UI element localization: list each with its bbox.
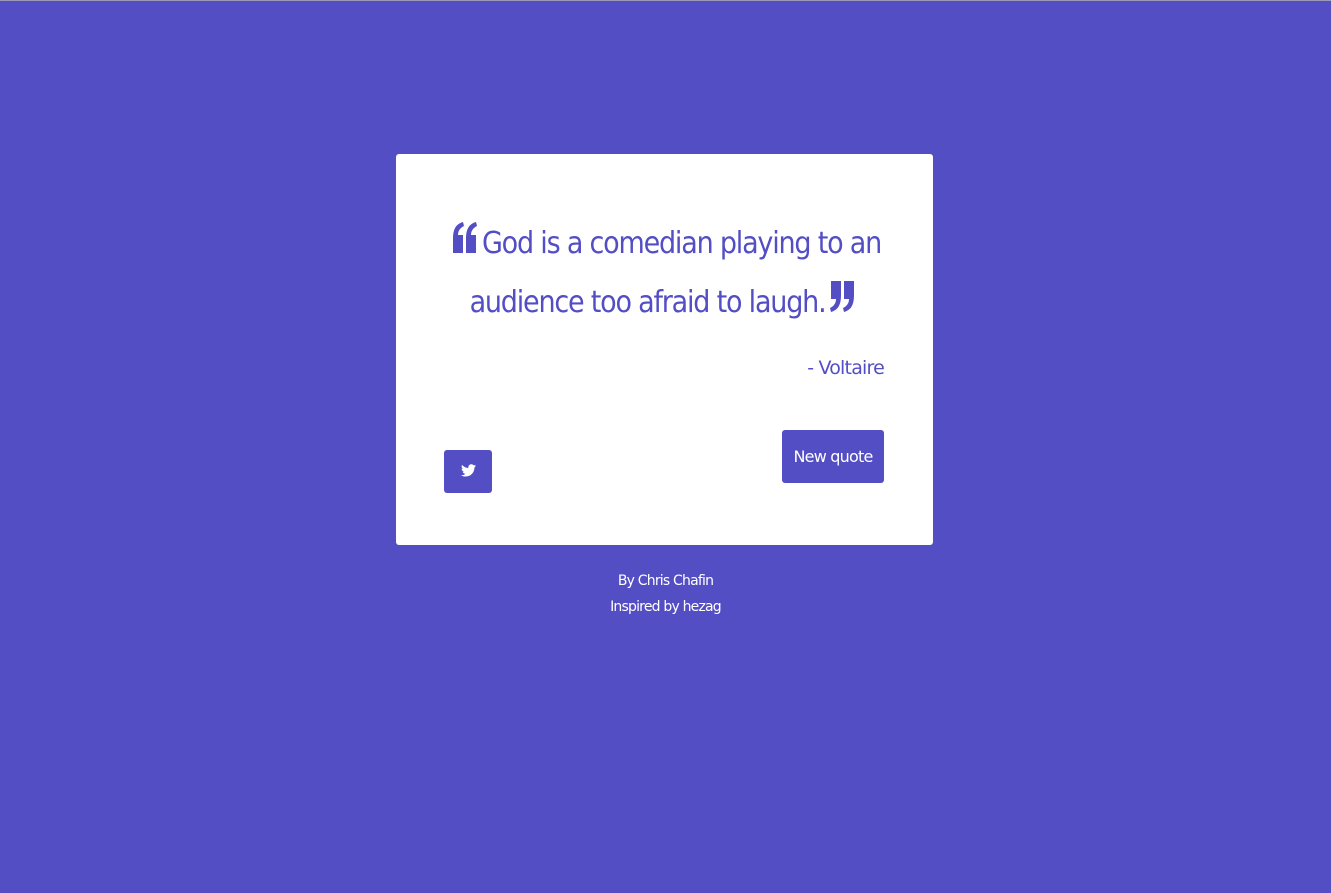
quote-right-icon (829, 281, 855, 312)
credit-line: By Chris Chafin (0, 568, 1331, 594)
twitter-icon (460, 463, 476, 480)
quote-text-block: God is a comedian playing to an audience… (436, 214, 893, 332)
quote-author: - Voltaire (807, 357, 885, 379)
footer: By Chris Chafin Inspired by hezag (0, 568, 1331, 620)
top-border (0, 0, 1331, 1)
quote-card: God is a comedian playing to an audience… (396, 154, 933, 545)
author-link[interactable]: Chris Chafin (638, 573, 714, 589)
credit-label: By (617, 573, 635, 589)
quote-text: God is a comedian playing to an audience… (469, 226, 883, 320)
inspiration-link[interactable]: hezag (683, 599, 722, 615)
inspiration-line: Inspired by hezag (0, 594, 1331, 620)
quote-left-icon (452, 222, 478, 253)
tweet-button[interactable] (444, 450, 492, 493)
new-quote-button[interactable]: New quote (782, 430, 884, 483)
inspiration-label: Inspired by (610, 599, 680, 615)
